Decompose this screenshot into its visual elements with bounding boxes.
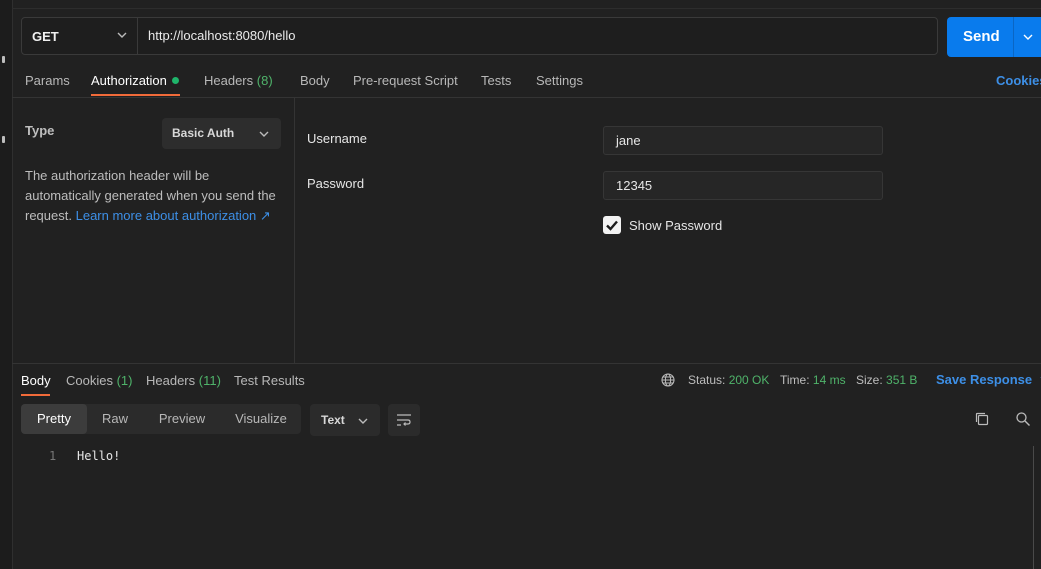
send-button[interactable]: Send [947,17,1041,57]
method-select[interactable]: GET [22,18,138,54]
response-divider [12,363,1041,364]
tab-test-results[interactable]: Test Results [234,366,305,396]
tab-headers[interactable]: Headers (8) [204,66,273,96]
tab-settings[interactable]: Settings [536,66,583,96]
tab-response-headers[interactable]: Headers (11) [146,366,221,396]
size-value: 351 B [886,373,918,387]
code-line: Hello! [77,449,121,463]
tab-label: Body [300,73,330,88]
scrollbar[interactable] [1033,446,1034,569]
tab-label: Settings [536,73,583,88]
response-time[interactable]: Time: 14 ms [780,373,846,387]
wrap-lines-button[interactable] [388,404,420,436]
method-label: GET [32,28,59,44]
password-field[interactable]: 12345 [603,171,883,200]
auth-type-value: Basic Auth [172,126,235,140]
tab-label: Params [25,73,70,88]
chevron-down-icon [358,418,368,424]
tab-label: Authorization [91,73,167,88]
tab-label: Cookies [66,373,113,388]
tab-tests[interactable]: Tests [481,66,511,96]
auth-type-select[interactable]: Basic Auth [162,118,281,149]
auth-description: The authorization header will be automat… [25,166,285,226]
response-size[interactable]: Size: 351 B [856,373,917,387]
send-label: Send [963,28,1000,45]
tab-count: (11) [198,373,221,388]
size-label: Size: [856,373,883,387]
wrap-lines-icon [397,414,411,426]
save-response-button[interactable]: Save Response [936,372,1041,387]
tab-label: Headers [204,73,254,88]
url-input[interactable]: http://localhost:8080/hello [148,18,295,54]
request-url-bar: GET http://localhost:8080/hello [21,17,938,55]
tab-label: Body [21,373,51,388]
active-tab-indicator [21,394,50,396]
auth-panel-divider [294,98,295,363]
tab-label: Headers [146,373,196,388]
tab-pre-request-script[interactable]: Pre-request Script [353,66,458,96]
copy-icon[interactable] [974,411,990,427]
chevron-down-icon [259,131,269,137]
view-pretty[interactable]: Pretty [21,404,87,434]
show-password-label[interactable]: Show Password [629,218,722,233]
send-divider [1013,17,1014,57]
edge-marker [2,56,5,63]
tab-label: Pre-request Script [353,73,458,88]
globe-icon[interactable] [661,373,675,387]
time-label: Time: [780,373,810,387]
learn-more-link[interactable]: Learn more about authorization ↗ [76,208,271,223]
tab-authorization[interactable]: Authorization [91,66,179,96]
view-mode-toggle: Pretty Raw Preview Visualize [21,404,301,434]
auth-type-label: Type [25,123,55,138]
status-label: Status: [688,373,726,387]
save-response-label: Save Response [936,372,1033,387]
top-divider [12,8,1041,9]
tab-count: (1) [116,373,133,388]
chevron-down-icon [117,32,127,38]
tab-params[interactable]: Params [25,66,70,96]
active-tab-indicator [91,94,180,96]
response-status[interactable]: Status: 200 OK [688,373,769,387]
cookies-link[interactable]: Cookies [996,73,1041,88]
password-label: Password [307,176,365,191]
chevron-down-icon[interactable] [1023,32,1033,42]
view-visualize[interactable]: Visualize [221,404,301,434]
time-value: 14 ms [812,373,846,387]
status-dot-icon [171,77,179,84]
line-number: 1 [49,449,57,463]
tab-label: Tests [481,73,512,88]
format-value: Text [321,413,345,427]
tab-response-body[interactable]: Body [21,366,51,396]
view-preview[interactable]: Preview [143,404,221,434]
username-label: Username [307,131,367,146]
tab-count: (8) [256,73,273,88]
format-select[interactable]: Text [310,404,380,436]
view-raw[interactable]: Raw [87,404,143,434]
tab-body[interactable]: Body [300,66,330,96]
checkmark-icon [606,220,618,231]
left-edge-strip [0,0,13,569]
show-password-checkbox[interactable] [603,216,621,234]
tab-response-cookies[interactable]: Cookies (1) [66,366,132,396]
username-field[interactable]: jane [603,126,883,155]
search-icon[interactable] [1015,411,1031,427]
tab-label: Test Results [234,373,305,388]
edge-marker [2,136,5,143]
status-value: 200 OK [728,373,770,387]
tabs-divider [12,97,1041,98]
